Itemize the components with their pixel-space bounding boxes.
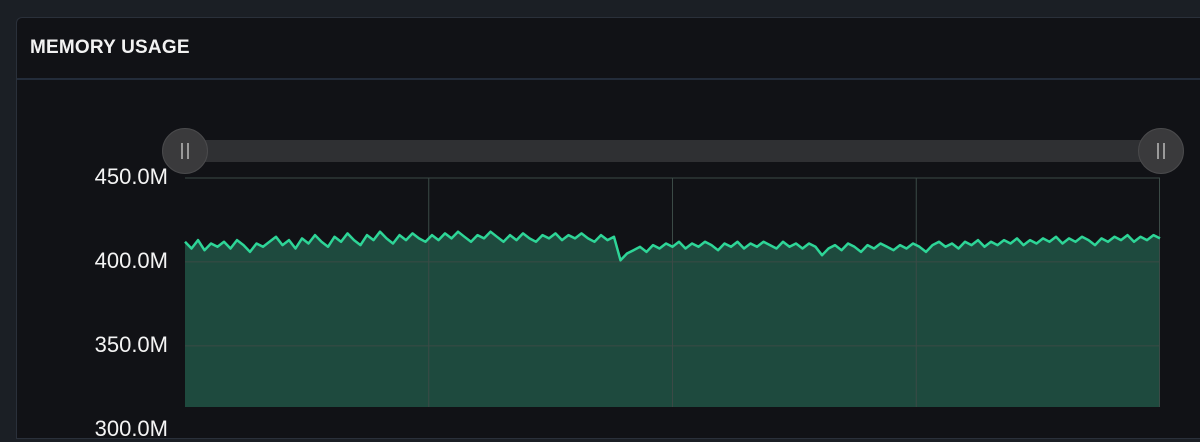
grip-icon — [1157, 143, 1165, 159]
range-slider-track[interactable] — [184, 140, 1160, 162]
y-tick-label: 450.0M — [94, 164, 168, 189]
y-tick-label: 400.0M — [94, 247, 168, 273]
y-tick-label: 300.0M — [94, 415, 168, 441]
range-slider-start-handle[interactable] — [162, 128, 208, 174]
memory-usage-chart — [184, 177, 1161, 407]
range-slider-end-handle[interactable] — [1138, 128, 1184, 174]
grip-icon — [181, 143, 189, 159]
y-tick-label: 350.0M — [94, 331, 168, 357]
